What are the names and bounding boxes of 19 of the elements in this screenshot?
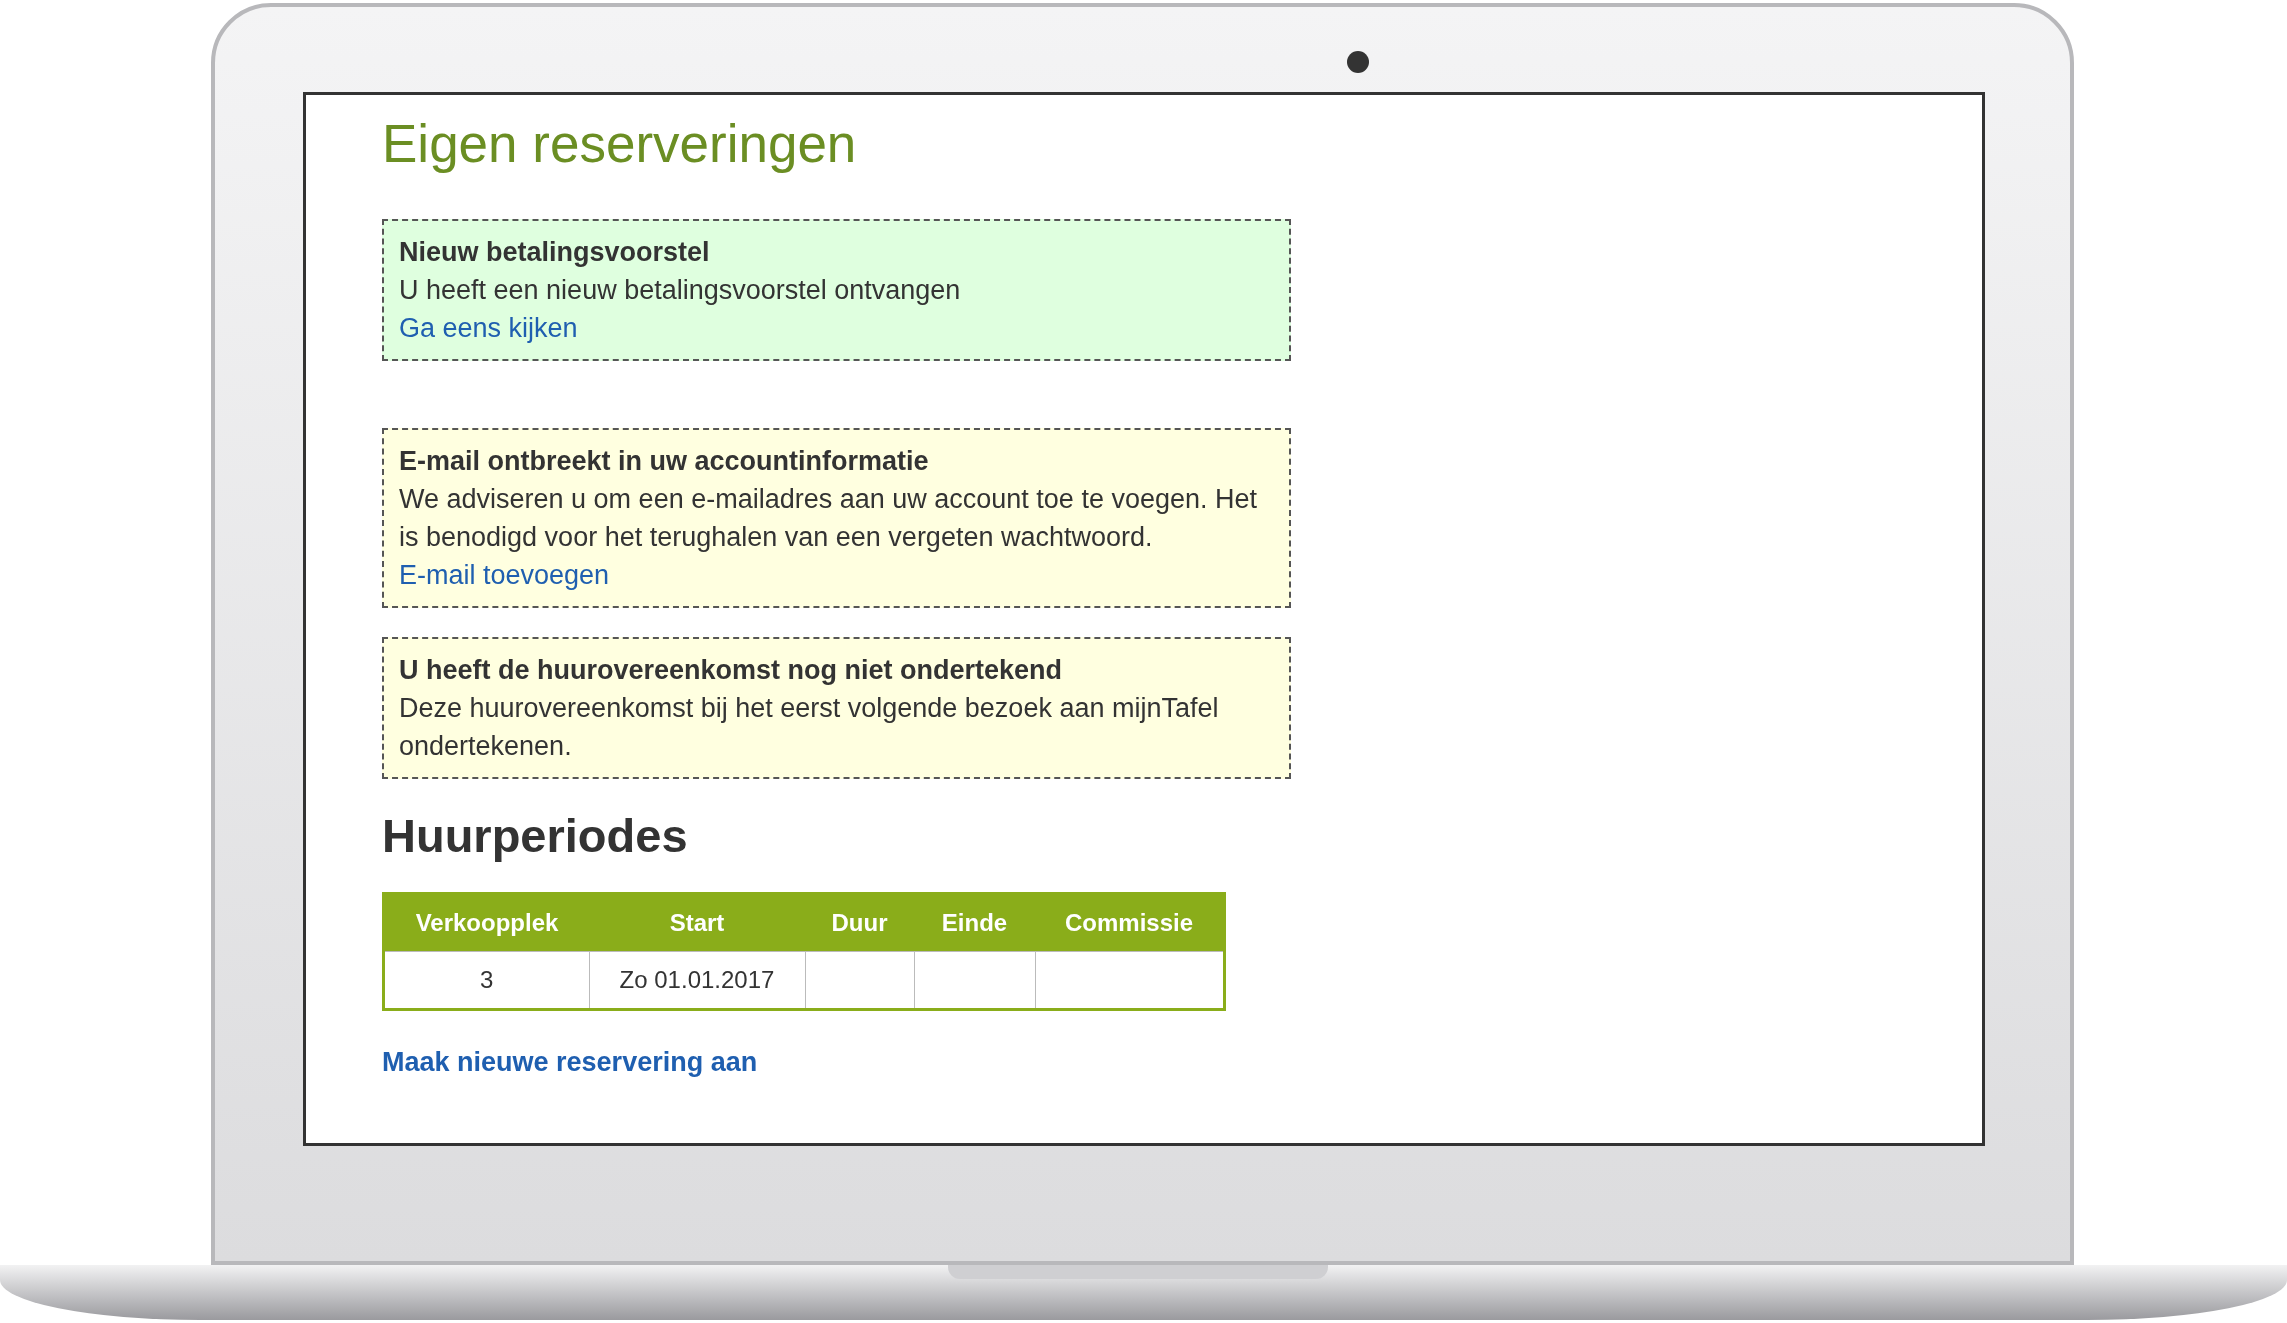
notice-link[interactable]: E-mail toevoegen (399, 555, 610, 594)
notice-text: Deze huurovereenkomst bij het eerst volgende bezoek aan mijnTafel ondertekenen. (399, 691, 1220, 763)
table-cell: Zo 01.01.2017 (589, 951, 805, 1010)
column-header: Einde (914, 893, 1035, 952)
notice-title: E-mail ontbreekt in uw accountinformatie (399, 444, 930, 478)
column-header: Verkoopplek (383, 893, 589, 952)
camera-icon (1347, 51, 1369, 73)
notice-text: We adviseren u om een e-mailadres aan uw account toe te voegen. Het is benodigd voor het terughalen van een vergeten wachtwoord. (399, 482, 1258, 554)
notice-title: U heeft de huurovereenkomst nog niet ondertekend (399, 653, 1064, 687)
table-cell: 3 (383, 951, 589, 1010)
page-title: Eigen reserveringen (382, 113, 858, 175)
section-heading: Huurperiodes (382, 807, 689, 864)
notice-title: Nieuw betalingsvoorstel (399, 235, 711, 269)
notice-link[interactable]: Ga eens kijken (399, 308, 578, 347)
column-header: Commissie (1035, 893, 1225, 952)
notice-text: U heeft een nieuw betalingsvoorstel ontvangen (399, 273, 962, 307)
column-header: Start (589, 893, 805, 952)
column-header: Duur (805, 893, 914, 952)
new-reservation-link[interactable]: Maak nieuwe reservering aan (382, 1047, 758, 1079)
